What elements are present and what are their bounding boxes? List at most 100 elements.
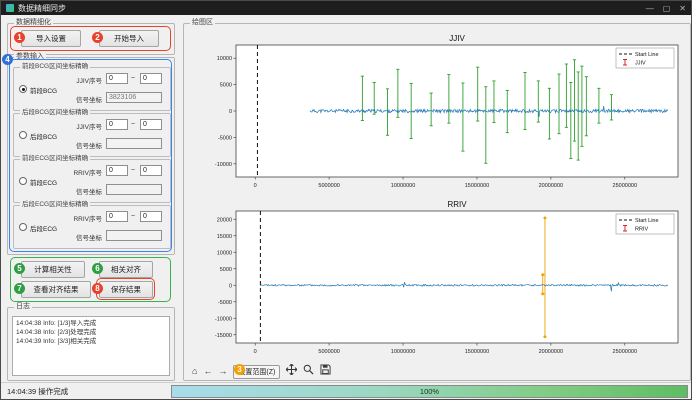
annotation-badge-7: 7 bbox=[14, 283, 25, 294]
section-rear-ecg-label: 后段ECG区间坐标精确 bbox=[20, 200, 90, 210]
log-line: 14:04:39 Info: [3/3]相关完成 bbox=[16, 337, 166, 346]
jjiv-seq-to-input[interactable]: 0 bbox=[140, 73, 162, 84]
log-line: 14:04:38 Info: [1/3]导入完成 bbox=[16, 319, 166, 328]
compute-correlation-button[interactable]: 计算相关性 bbox=[21, 261, 85, 278]
signal-coord-input[interactable] bbox=[106, 184, 162, 195]
log-group: 日志 14:04:38 Info: [1/3]导入完成 14:04:38 Inf… bbox=[7, 307, 175, 381]
radio-rear-bcg[interactable] bbox=[19, 131, 27, 139]
svg-text:-5000: -5000 bbox=[218, 300, 232, 306]
svg-text:0: 0 bbox=[229, 109, 232, 115]
svg-text:20000000: 20000000 bbox=[539, 183, 563, 189]
annotation-badge-2: 2 bbox=[92, 32, 103, 43]
tilde-separator: ~ bbox=[131, 121, 135, 128]
svg-text:10000000: 10000000 bbox=[391, 349, 415, 355]
save-result-button[interactable]: 保存结果 bbox=[99, 281, 153, 298]
tilde-separator: ~ bbox=[131, 167, 135, 174]
statusbar: 14:04:39 操作完成 100% bbox=[1, 382, 691, 399]
close-button[interactable]: ✕ bbox=[679, 4, 686, 13]
annotation-badge-1: 1 bbox=[14, 32, 25, 43]
svg-text:5000: 5000 bbox=[220, 83, 232, 89]
plot-toolbar: ⌂ ← → 3 设置范围(Z) bbox=[190, 364, 331, 379]
signal-coord-input[interactable] bbox=[106, 138, 162, 149]
jjiv-seq-from-input[interactable]: 0 bbox=[106, 119, 128, 130]
radio-front-ecg-label[interactable]: 前段ECG bbox=[30, 177, 57, 187]
jjiv-seq-label: JJIV序号 bbox=[62, 121, 102, 131]
svg-text:5000000: 5000000 bbox=[318, 349, 339, 355]
titlebar: 数据精细同步 — ▢ ✕ bbox=[1, 1, 691, 15]
signal-coord-input[interactable]: 3823106 bbox=[106, 92, 162, 103]
svg-text:25000000: 25000000 bbox=[613, 183, 637, 189]
annotation-badge-3: 3 bbox=[234, 364, 245, 375]
minimize-button[interactable]: — bbox=[646, 4, 654, 13]
svg-text:-5000: -5000 bbox=[218, 135, 232, 141]
svg-text:0: 0 bbox=[254, 183, 257, 189]
svg-text:10000: 10000 bbox=[217, 56, 232, 62]
annotation-badge-5: 5 bbox=[14, 263, 25, 274]
svg-text:Start Line: Start Line bbox=[635, 218, 659, 224]
radio-front-bcg-label[interactable]: 前段BCG bbox=[30, 85, 57, 95]
jjiv-seq-label: JJIV序号 bbox=[62, 75, 102, 85]
svg-text:15000: 15000 bbox=[217, 234, 232, 240]
start-import-button[interactable]: 开始导入 bbox=[99, 30, 159, 47]
tilde-separator: ~ bbox=[131, 75, 135, 82]
rriv-plot-canvas[interactable]: RRIV050000001000000015000000200000002500… bbox=[190, 198, 684, 358]
radio-front-ecg[interactable] bbox=[19, 177, 27, 185]
rriv-seq-from-input[interactable]: 0 bbox=[106, 211, 128, 222]
svg-text:10000000: 10000000 bbox=[391, 183, 415, 189]
home-icon[interactable]: ⌂ bbox=[192, 365, 197, 378]
svg-text:RRIV: RRIV bbox=[447, 200, 467, 209]
signal-coord-label: 信号坐标 bbox=[62, 232, 102, 242]
section-rear-bcg-label: 后段BCG区间坐标精确 bbox=[20, 108, 90, 118]
radio-rear-bcg-label[interactable]: 后段BCG bbox=[30, 131, 57, 141]
tilde-separator: ~ bbox=[131, 213, 135, 220]
annotation-badge-6: 6 bbox=[92, 263, 103, 274]
import-settings-button[interactable]: 导入设置 bbox=[21, 30, 81, 47]
signal-coord-input[interactable] bbox=[106, 230, 162, 241]
rriv-seq-label: RRIV序号 bbox=[62, 213, 102, 223]
rriv-seq-from-input[interactable]: 0 bbox=[106, 165, 128, 176]
svg-text:10000: 10000 bbox=[217, 250, 232, 256]
pan-icon[interactable] bbox=[286, 364, 297, 379]
radio-front-bcg[interactable] bbox=[19, 85, 27, 93]
progress-bar: 100% bbox=[171, 385, 688, 398]
radio-rear-ecg[interactable] bbox=[19, 223, 27, 231]
svg-text:Start Line: Start Line bbox=[635, 52, 659, 58]
svg-text:RRIV: RRIV bbox=[635, 227, 648, 233]
signal-coord-label: 信号坐标 bbox=[62, 94, 102, 104]
back-icon[interactable]: ← bbox=[203, 365, 212, 378]
log-output[interactable]: 14:04:38 Info: [1/3]导入完成 14:04:38 Info: … bbox=[12, 316, 170, 376]
radio-rear-ecg-label[interactable]: 后段ECG bbox=[30, 223, 57, 233]
forward-icon[interactable]: → bbox=[218, 365, 227, 378]
jjiv-seq-to-input[interactable]: 0 bbox=[140, 119, 162, 130]
window-title: 数据精细同步 bbox=[18, 3, 66, 14]
plot-area-label: 绘图区 bbox=[190, 18, 215, 28]
window-controls: — ▢ ✕ bbox=[646, 4, 686, 13]
section-rear-ecg: 后段ECG区间坐标精确 后段ECG RRIV序号 0 ~ 0 信号坐标 bbox=[13, 205, 171, 249]
section-front-bcg-label: 前段BCG区间坐标精确 bbox=[20, 62, 90, 72]
section-front-ecg-label: 前段ECG区间坐标精确 bbox=[20, 154, 90, 164]
rriv-seq-to-input[interactable]: 0 bbox=[140, 211, 162, 222]
svg-text:5000000: 5000000 bbox=[318, 183, 339, 189]
view-align-result-button[interactable]: 查看对齐结果 bbox=[21, 281, 91, 298]
annotation-badge-8: 8 bbox=[92, 283, 103, 294]
svg-text:15000000: 15000000 bbox=[465, 349, 489, 355]
import-group-label: 数据精细化 bbox=[14, 18, 53, 28]
correlate-align-button[interactable]: 相关对齐 bbox=[99, 261, 153, 278]
section-front-bcg: 前段BCG区间坐标精确 前段BCG JJIV序号 0 ~ 0 信号坐标 3823… bbox=[13, 67, 171, 111]
signal-coord-label: 信号坐标 bbox=[62, 186, 102, 196]
annotation-badge-4: 4 bbox=[2, 54, 13, 65]
zoom-icon[interactable] bbox=[303, 364, 314, 379]
rriv-plot[interactable]: RRIV050000001000000015000000200000002500… bbox=[190, 198, 684, 358]
app-icon bbox=[6, 4, 14, 12]
jjiv-seq-from-input[interactable]: 0 bbox=[106, 73, 128, 84]
svg-text:JJIV: JJIV bbox=[635, 61, 646, 67]
rriv-seq-to-input[interactable]: 0 bbox=[140, 165, 162, 176]
maximize-button[interactable]: ▢ bbox=[663, 4, 671, 13]
save-icon[interactable] bbox=[320, 364, 331, 379]
jjiv-plot-canvas[interactable]: JJIV050000001000000015000000200000002500… bbox=[190, 32, 684, 192]
jjiv-plot[interactable]: JJIV050000001000000015000000200000002500… bbox=[190, 32, 684, 192]
svg-text:0: 0 bbox=[229, 283, 232, 289]
svg-text:0: 0 bbox=[254, 349, 257, 355]
svg-text:25000000: 25000000 bbox=[613, 349, 637, 355]
svg-text:-15000: -15000 bbox=[215, 333, 232, 339]
